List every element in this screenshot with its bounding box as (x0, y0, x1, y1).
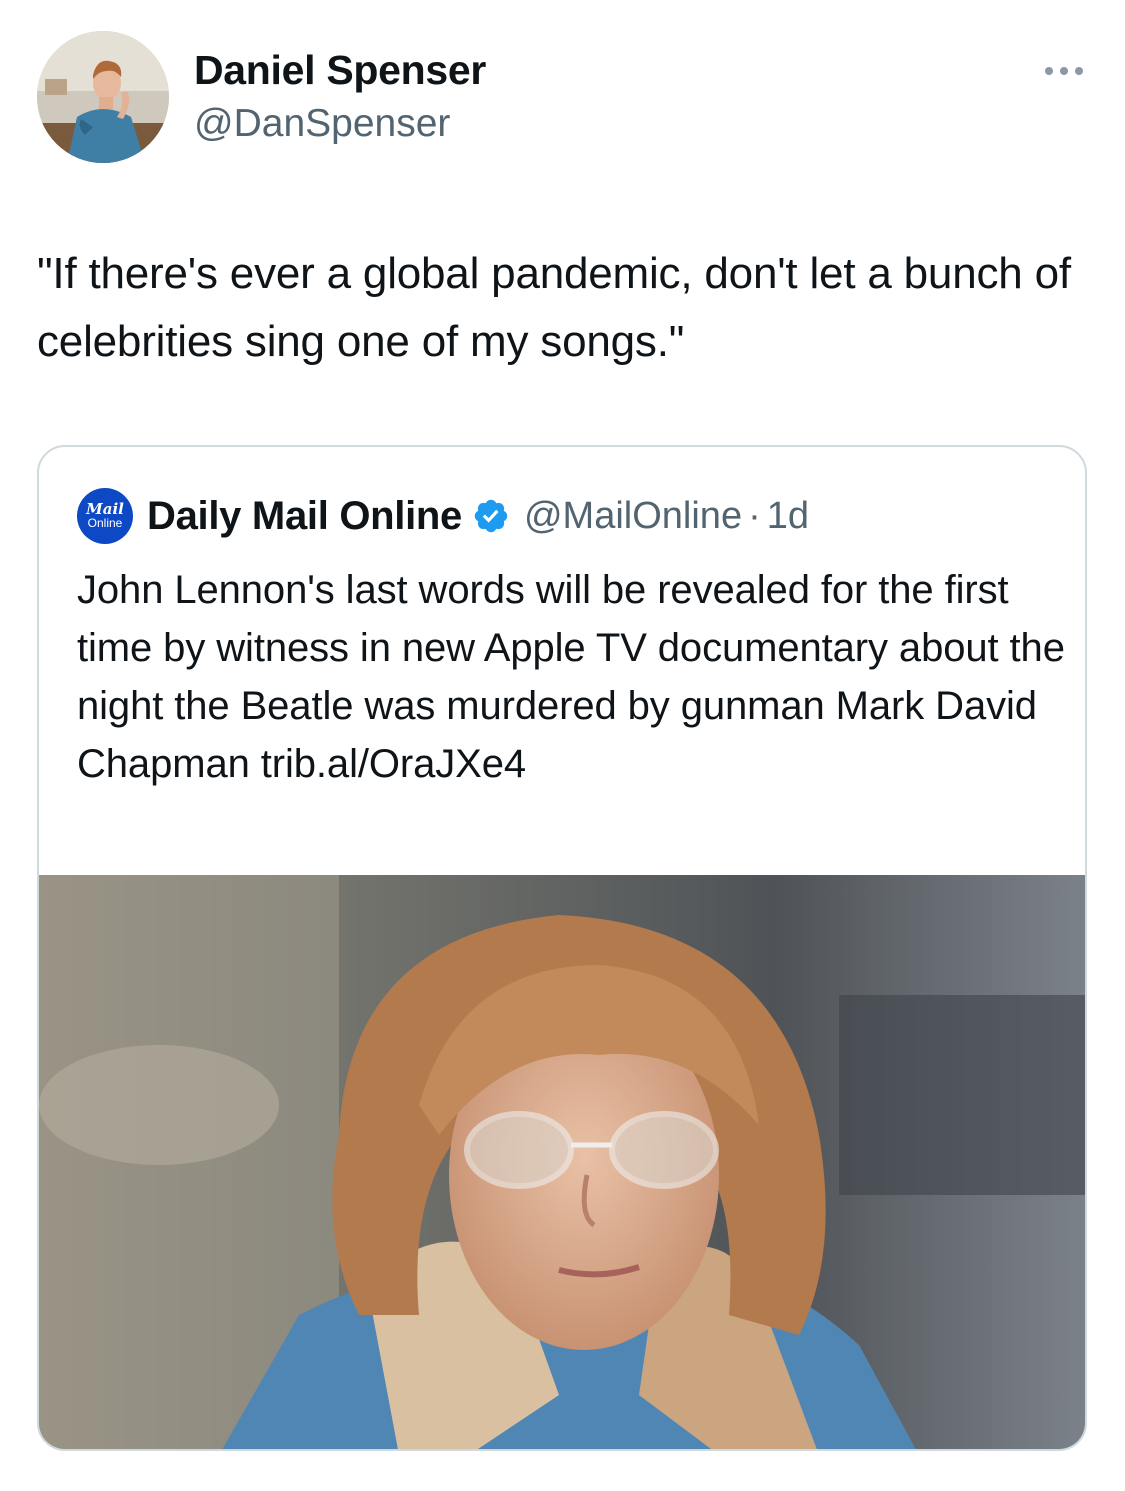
more-options-button[interactable] (1036, 56, 1092, 86)
logo-line-2: Online (87, 516, 123, 530)
quoted-tweet-card[interactable]: Mail Online Daily Mail Online @MailOnlin… (37, 445, 1087, 1451)
author-handle[interactable]: @DanSpenser (194, 99, 450, 149)
profile-photo (37, 31, 169, 163)
separator-dot: · (748, 494, 761, 537)
quoted-tweet-photo[interactable] (39, 875, 1085, 1449)
author-avatar[interactable] (37, 31, 169, 163)
ellipsis-icon (1060, 67, 1068, 75)
tweet-text: "If there's ever a global pandemic, don'… (37, 249, 1071, 366)
ellipsis-icon (1075, 67, 1083, 75)
quoted-tweet-text: John Lennon's last words will be reveale… (77, 568, 1065, 786)
portrait-photo (39, 875, 1085, 1449)
verified-badge-icon (474, 499, 508, 533)
author-display-name[interactable]: Daniel Spenser (194, 44, 486, 96)
ellipsis-icon (1045, 67, 1053, 75)
quoted-handle[interactable]: @MailOnline (524, 495, 742, 538)
quoted-timestamp[interactable]: 1d (767, 495, 809, 538)
mail-online-logo-avatar[interactable]: Mail Online (77, 488, 133, 544)
quoted-display-name[interactable]: Daily Mail Online (147, 494, 462, 539)
logo-line-1: Mail (86, 500, 124, 518)
quoted-tweet-header: Mail Online Daily Mail Online @MailOnlin… (77, 487, 809, 545)
